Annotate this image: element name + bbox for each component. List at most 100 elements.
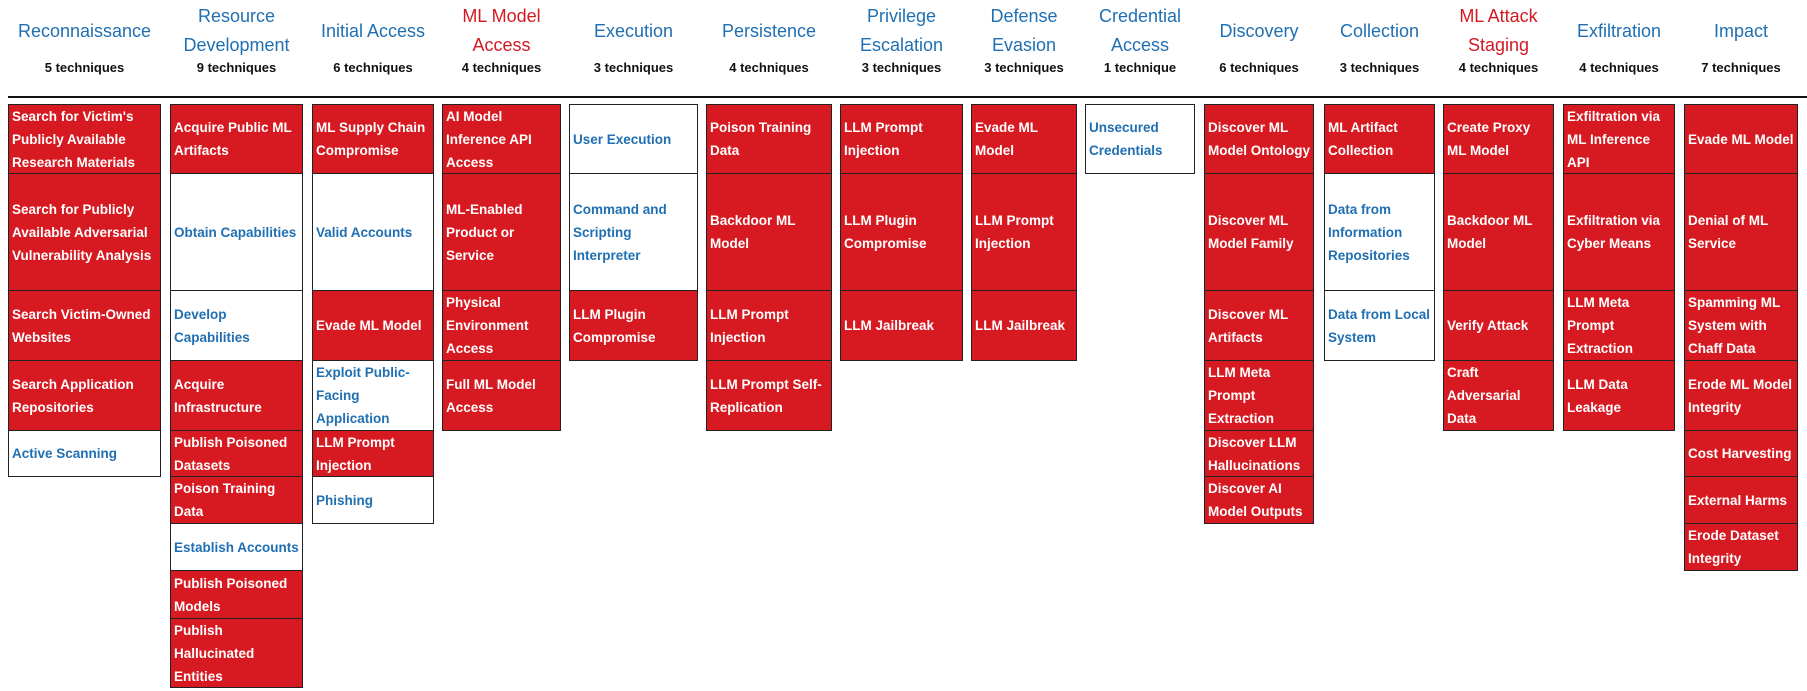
technique-cell[interactable]: Exfiltration via Cyber Means xyxy=(1563,173,1675,291)
technique-cell[interactable]: Discover LLM Hallucinations xyxy=(1204,430,1314,477)
technique-cell[interactable]: LLM Jailbreak xyxy=(971,290,1077,361)
technique-cell[interactable]: Develop Capabilities xyxy=(170,290,303,361)
technique-count: 3 techniques xyxy=(984,60,1064,75)
tactic-header: ML Attack Staging 4 techniques xyxy=(1443,0,1554,97)
technique-cell[interactable]: Establish Accounts xyxy=(170,523,303,571)
technique-cell[interactable]: Full ML Model Access xyxy=(442,360,561,431)
technique-count: 5 techniques xyxy=(44,60,125,75)
technique-cell[interactable]: Denial of ML Service xyxy=(1684,173,1798,291)
technique-count: 3 techniques xyxy=(861,60,942,75)
technique-cell[interactable]: Data from Local System xyxy=(1324,290,1435,361)
technique-cell[interactable]: Exploit Public-Facing Application xyxy=(312,360,434,431)
tactic-title[interactable]: Privilege Escalation xyxy=(830,0,973,62)
technique-count: 3 techniques xyxy=(593,60,674,75)
tactic-title[interactable]: Reconnaissance xyxy=(0,0,171,62)
tactic-header: Exfiltration 4 techniques xyxy=(1563,0,1675,97)
tactic-title[interactable]: Credential Access xyxy=(1075,0,1205,62)
technique-count: 4 techniques xyxy=(461,60,542,75)
technique-cell[interactable]: Phishing xyxy=(312,476,434,524)
technique-cell[interactable]: Evade ML Model xyxy=(312,290,434,361)
technique-cell[interactable]: Discover ML Artifacts xyxy=(1204,290,1314,361)
tactic-title[interactable]: Persistence xyxy=(696,0,842,62)
tactic-title[interactable]: Collection xyxy=(1314,0,1445,62)
technique-count: 3 techniques xyxy=(1339,60,1420,75)
tactic-header: Execution 3 techniques xyxy=(569,0,698,97)
tactic-header: Privilege Escalation 3 techniques xyxy=(840,0,963,97)
tactic-header: Initial Access 6 techniques xyxy=(312,0,434,97)
technique-count: 1 technique xyxy=(1103,60,1177,75)
technique-cell[interactable]: Publish Poisoned Models xyxy=(170,570,303,619)
technique-cell[interactable]: LLM Plugin Compromise xyxy=(569,290,698,361)
tactic-title[interactable]: Defense Evasion xyxy=(961,0,1087,62)
technique-cell[interactable]: Search for Publicly Available Adversaria… xyxy=(8,173,161,291)
technique-cell[interactable]: Backdoor ML Model xyxy=(1443,173,1554,291)
technique-cell[interactable]: LLM Prompt Injection xyxy=(706,290,832,361)
technique-cell[interactable]: Physical Environment Access xyxy=(442,290,561,361)
technique-cell[interactable]: User Execution xyxy=(569,104,698,174)
technique-cell[interactable]: Search Victim-Owned Websites xyxy=(8,290,161,361)
tactic-header: Impact 7 techniques xyxy=(1684,0,1798,97)
technique-cell[interactable]: Obtain Capabilities xyxy=(170,173,303,291)
technique-cell[interactable]: Evade ML Model xyxy=(971,104,1077,174)
technique-cell[interactable]: ML Supply Chain Compromise xyxy=(312,104,434,174)
technique-cell[interactable]: Unsecured Credentials xyxy=(1085,104,1195,174)
technique-cell[interactable]: LLM Prompt Injection xyxy=(971,173,1077,291)
technique-cell[interactable]: Evade ML Model xyxy=(1684,104,1798,174)
technique-cell[interactable]: Erode ML Model Integrity xyxy=(1684,360,1798,431)
technique-cell[interactable]: Poison Training Data xyxy=(170,476,303,524)
technique-cell[interactable]: LLM Prompt Injection xyxy=(312,430,434,477)
technique-cell[interactable]: LLM Meta Prompt Extraction xyxy=(1563,290,1675,361)
technique-cell[interactable]: Discover AI Model Outputs xyxy=(1204,476,1314,524)
technique-count: 6 techniques xyxy=(333,60,413,75)
technique-cell[interactable]: LLM Data Leakage xyxy=(1563,360,1675,431)
technique-cell[interactable]: Cost Harvesting xyxy=(1684,430,1798,477)
tactic-header: Collection 3 techniques xyxy=(1324,0,1435,97)
technique-cell[interactable]: Valid Accounts xyxy=(312,173,434,291)
technique-cell[interactable]: Data from Information Repositories xyxy=(1324,173,1435,291)
technique-cell[interactable]: Command and Scripting Interpreter xyxy=(569,173,698,291)
technique-cell[interactable]: Craft Adversarial Data xyxy=(1443,360,1554,431)
tactic-header: Credential Access 1 technique xyxy=(1085,0,1195,97)
tactic-title[interactable]: ML Attack Staging xyxy=(1433,0,1564,62)
technique-cell[interactable]: Create Proxy ML Model xyxy=(1443,104,1554,174)
technique-cell[interactable]: Discover ML Model Family xyxy=(1204,173,1314,291)
technique-cell[interactable]: AI Model Inference API Access xyxy=(442,104,561,174)
technique-cell[interactable]: ML Artifact Collection xyxy=(1324,104,1435,174)
technique-count: 4 techniques xyxy=(1458,60,1539,75)
technique-count: 9 techniques xyxy=(196,60,277,75)
technique-cell[interactable]: Verify Attack xyxy=(1443,290,1554,361)
technique-cell[interactable]: LLM Plugin Compromise xyxy=(840,173,963,291)
tactic-header: Defense Evasion 3 techniques xyxy=(971,0,1077,97)
tactic-header: Reconnaissance 5 techniques xyxy=(8,0,161,97)
technique-cell[interactable]: Poison Training Data xyxy=(706,104,832,174)
technique-cell[interactable]: ML-Enabled Product or Service xyxy=(442,173,561,291)
technique-cell[interactable]: Acquire Infrastructure xyxy=(170,360,303,431)
technique-count: 4 techniques xyxy=(1579,60,1659,75)
tactic-header: ML Model Access 4 techniques xyxy=(442,0,561,97)
tactic-title[interactable]: Discovery xyxy=(1194,0,1324,62)
tactic-title[interactable]: Exfiltration xyxy=(1553,0,1685,62)
technique-cell[interactable]: Backdoor ML Model xyxy=(706,173,832,291)
technique-cell[interactable]: Search for Victim's Publicly Available R… xyxy=(8,104,161,174)
tactic-title[interactable]: Impact xyxy=(1674,0,1807,62)
technique-cell[interactable]: Erode Dataset Integrity xyxy=(1684,523,1798,571)
technique-cell[interactable]: Exfiltration via ML Inference API xyxy=(1563,104,1675,174)
technique-cell[interactable]: LLM Prompt Injection xyxy=(840,104,963,174)
technique-cell[interactable]: External Harms xyxy=(1684,476,1798,524)
technique-cell[interactable]: Publish Poisoned Datasets xyxy=(170,430,303,477)
technique-cell[interactable]: LLM Prompt Self-Replication xyxy=(706,360,832,431)
technique-count: 7 techniques xyxy=(1701,60,1781,75)
technique-cell[interactable]: Spamming ML System with Chaff Data xyxy=(1684,290,1798,361)
technique-count: 4 techniques xyxy=(729,60,809,75)
technique-cell[interactable]: Acquire Public ML Artifacts xyxy=(170,104,303,174)
technique-cell[interactable]: Publish Hallucinated Entities xyxy=(170,618,303,688)
tactic-title[interactable]: Initial Access xyxy=(302,0,444,62)
tactic-title[interactable]: Resource Development xyxy=(160,0,313,62)
tactic-title[interactable]: Execution xyxy=(559,0,708,62)
technique-cell[interactable]: Search Application Repositories xyxy=(8,360,161,431)
technique-cell[interactable]: LLM Jailbreak xyxy=(840,290,963,361)
technique-cell[interactable]: Active Scanning xyxy=(8,430,161,477)
technique-cell[interactable]: LLM Meta Prompt Extraction xyxy=(1204,360,1314,431)
technique-cell[interactable]: Discover ML Model Ontology xyxy=(1204,104,1314,174)
tactic-title[interactable]: ML Model Access xyxy=(432,0,571,62)
